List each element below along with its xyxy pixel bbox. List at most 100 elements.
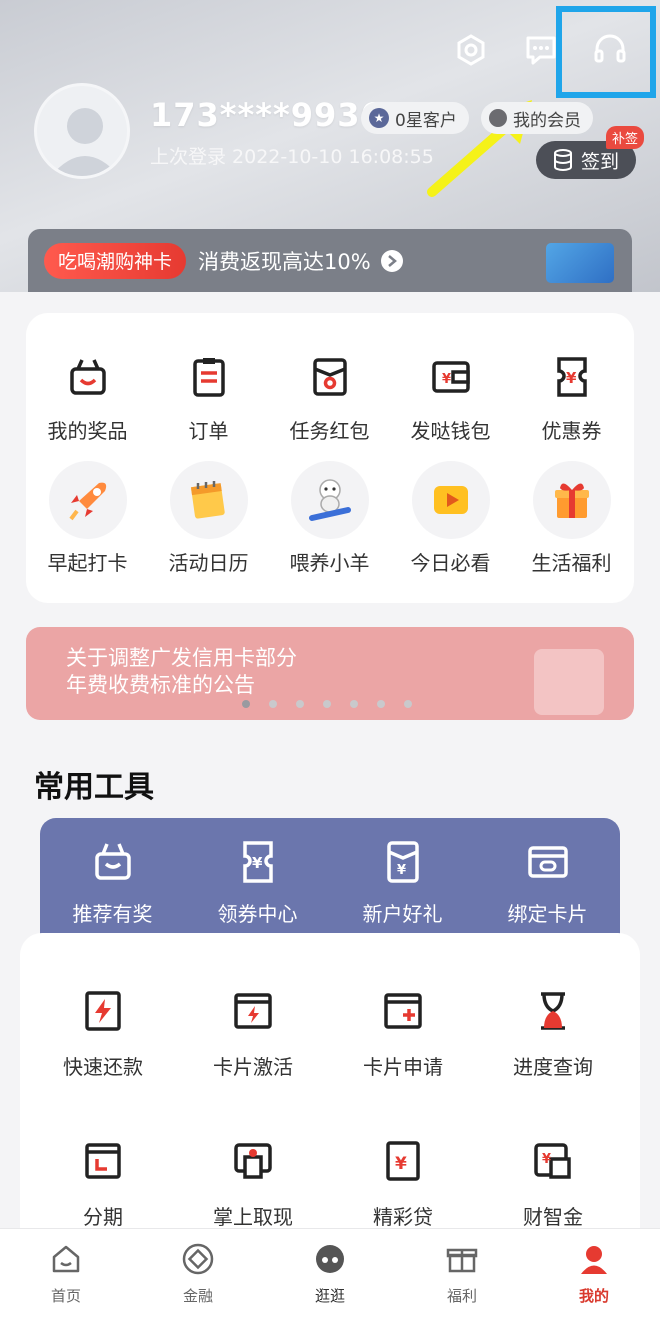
- last-login-time: 上次登录 2022-10-10 16:08:55: [150, 146, 434, 168]
- gift-icon: [532, 461, 611, 539]
- star-icon: ★: [369, 108, 389, 128]
- grid-item-early-checkin[interactable]: 早起打卡: [27, 461, 148, 576]
- nav-welfare[interactable]: 福利: [396, 1241, 528, 1306]
- tool-label: 掌上取现: [213, 1205, 293, 1229]
- carousel-dot[interactable]: [242, 700, 250, 708]
- bind-card-icon: [527, 846, 568, 878]
- tool-new-user-gift[interactable]: ¥ 新户好礼: [330, 838, 475, 927]
- grid-label: 发哒钱包: [410, 419, 491, 443]
- calendar-icon: [169, 461, 248, 539]
- tool-label: 精彩贷: [373, 1205, 433, 1229]
- avatar[interactable]: [34, 83, 130, 179]
- tool-label: 领券中心: [217, 902, 298, 926]
- svg-text:¥: ¥: [442, 372, 451, 387]
- star-customer-badge[interactable]: ★ 0星客户: [361, 102, 469, 134]
- red-envelope-icon: [300, 347, 360, 407]
- card-activate-icon: [234, 993, 272, 1029]
- nav-label: 金融: [182, 1287, 213, 1305]
- member-badge[interactable]: 我的会员: [481, 102, 593, 134]
- section-title: 常用工具: [34, 770, 154, 805]
- grid-item-calendar[interactable]: 活动日历: [148, 461, 269, 576]
- nav-finance[interactable]: 金融: [132, 1241, 264, 1306]
- tools-card: 快速还款 卡片激活 卡片申请 进度查询 分期 掌上取现 ¥ 精彩贷 ¥ 财智金: [20, 933, 640, 1233]
- nav-mine[interactable]: 我的: [528, 1241, 660, 1306]
- promo-tag: 吃喝潮购神卡: [44, 242, 187, 279]
- star-badge-label: 0星客户: [395, 110, 457, 131]
- sheep-icon: [290, 461, 369, 539]
- tool-progress-query[interactable]: 进度查询: [478, 989, 628, 1080]
- carousel-dot[interactable]: [296, 700, 304, 708]
- svg-text:¥: ¥: [542, 1152, 551, 1167]
- grid-item-coupons[interactable]: ¥ 优惠券: [511, 347, 632, 444]
- tool-card-activate[interactable]: 卡片激活: [178, 989, 328, 1080]
- wallet-icon: ¥: [421, 347, 481, 407]
- nav-browse[interactable]: 逛逛: [264, 1241, 396, 1306]
- tool-label: 卡片激活: [213, 1055, 293, 1079]
- finance-icon: [182, 1243, 214, 1275]
- svg-text:¥: ¥: [397, 863, 406, 878]
- grid-label: 优惠券: [541, 419, 602, 443]
- rocket-icon: [48, 461, 127, 539]
- prize-basket-icon: [58, 347, 118, 407]
- tool-bind-card[interactable]: 绑定卡片: [475, 838, 620, 927]
- promo-text: 消费返现高达10%: [198, 249, 371, 274]
- carousel-dot[interactable]: [323, 700, 331, 708]
- new-user-gift-icon: ¥: [386, 841, 419, 883]
- carousel-dot[interactable]: [404, 700, 412, 708]
- grid-label: 喂养小羊: [289, 551, 370, 575]
- tool-label: 卡片申请: [363, 1055, 443, 1079]
- tool-coupon-center[interactable]: ¥ 领券中心: [185, 838, 330, 927]
- carousel-dot[interactable]: [377, 700, 385, 708]
- grid-item-wallet[interactable]: ¥ 发哒钱包: [390, 347, 511, 444]
- tool-label: 推荐有奖: [72, 902, 153, 926]
- svg-text:¥: ¥: [252, 854, 263, 872]
- document-illustration: [534, 649, 604, 715]
- tool-label: 绑定卡片: [507, 902, 588, 926]
- credit-card-image: [546, 243, 614, 283]
- carousel-dot[interactable]: [269, 700, 277, 708]
- tool-loan[interactable]: ¥ 精彩贷: [328, 1139, 478, 1230]
- announcement-line-2: 年费收费标准的公告: [66, 673, 255, 697]
- play-icon: [411, 461, 490, 539]
- nav-label: 首页: [50, 1287, 81, 1305]
- quick-grid-card: 我的奖品 订单 任务红包 ¥ 发哒钱包 ¥ 优惠券 早起打卡 活动日历 喂养小羊…: [26, 313, 634, 603]
- grid-label: 早起打卡: [47, 551, 128, 575]
- checkin-label: 签到: [580, 150, 619, 173]
- grid-label: 生活福利: [531, 551, 612, 575]
- profile-icon: [581, 1246, 607, 1274]
- member-icon: [489, 109, 507, 127]
- bottom-nav: 首页 金融 逛逛 福利 我的: [0, 1228, 660, 1320]
- grid-label: 任务红包: [289, 419, 370, 443]
- tool-fast-repay[interactable]: 快速还款: [28, 989, 178, 1080]
- member-badge-label: 我的会员: [513, 110, 581, 131]
- tool-referral-reward[interactable]: 推荐有奖: [40, 838, 185, 927]
- grid-label: 活动日历: [168, 551, 249, 575]
- grid-item-prizes[interactable]: 我的奖品: [27, 347, 148, 444]
- grid-item-today-must-see[interactable]: 今日必看: [390, 461, 511, 576]
- carousel-dot[interactable]: [350, 700, 358, 708]
- tool-label: 分期: [83, 1205, 123, 1229]
- grid-item-life-welfare[interactable]: 生活福利: [511, 461, 632, 576]
- highlight-box: [556, 6, 656, 98]
- nav-label: 福利: [446, 1287, 477, 1305]
- home-icon: [52, 1245, 80, 1273]
- carousel-indicator: [242, 700, 412, 708]
- phone-number: 173****9936: [150, 96, 384, 134]
- tool-label: 进度查询: [513, 1055, 593, 1079]
- browse-icon: [316, 1245, 344, 1273]
- tool-card-apply[interactable]: 卡片申请: [328, 989, 478, 1080]
- grid-item-orders[interactable]: 订单: [148, 347, 269, 444]
- tool-cash-withdraw[interactable]: 掌上取现: [178, 1139, 328, 1230]
- nav-home[interactable]: 首页: [0, 1241, 132, 1306]
- tool-finance-gold[interactable]: ¥ 财智金: [478, 1139, 628, 1230]
- finance-gold-icon: ¥: [534, 1143, 571, 1179]
- grid-item-feed-sheep[interactable]: 喂养小羊: [269, 461, 390, 576]
- promo-banner[interactable]: 吃喝潮购神卡 消费返现高达10%: [28, 229, 632, 292]
- announcement-line-1: 关于调整广发信用卡部分: [66, 646, 297, 670]
- card-apply-icon: [384, 993, 422, 1029]
- settings-icon[interactable]: [449, 28, 493, 72]
- grid-item-task-redpacket[interactable]: 任务红包: [269, 347, 390, 444]
- grid-label: 我的奖品: [47, 419, 128, 443]
- tool-installment[interactable]: 分期: [28, 1139, 178, 1230]
- makeup-checkin-tag: 补签: [606, 126, 645, 149]
